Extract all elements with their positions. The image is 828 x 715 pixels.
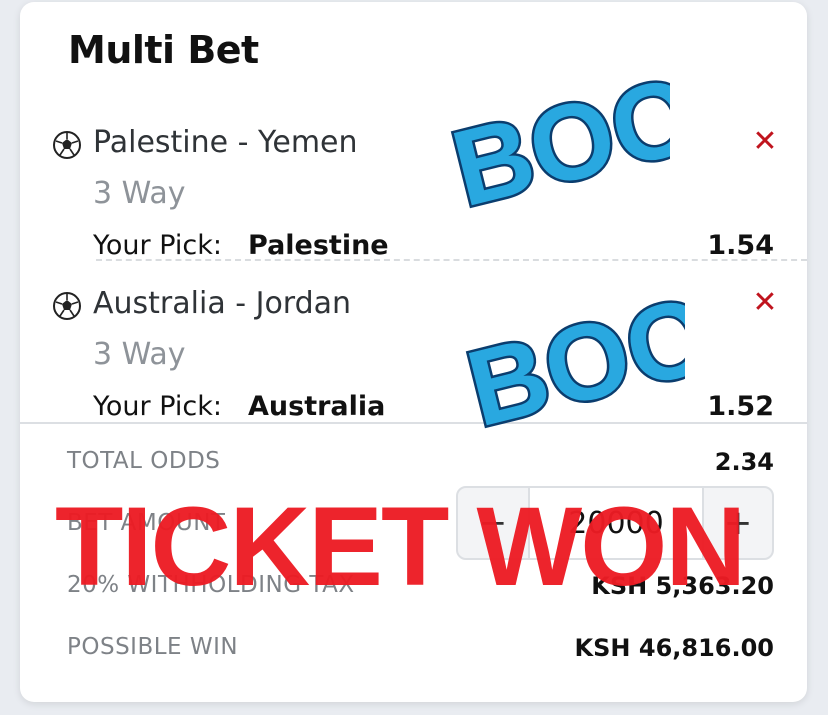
bet-item-2: Australia - Jordan 3 Way Your Pick: Aust… [20,281,807,441]
boom-text: BOOM [441,55,670,215]
boom-sticker: BOOM [440,55,670,215]
bet-odds: 1.52 [707,391,774,422]
pick-value: Australia [248,391,386,422]
bet-divider [96,259,807,261]
possible-win-label: POSSIBLE WIN [67,634,239,660]
market-name: 3 Way [93,176,186,211]
total-odds-value: 2.34 [714,448,774,476]
soccer-ball-icon [53,292,81,320]
market-name: 3 Way [93,337,186,372]
possible-win-value: KSH 46,816.00 [574,634,774,662]
remove-bet-button[interactable]: ✕ [751,127,779,157]
remove-bet-button[interactable]: ✕ [751,288,779,318]
bet-item-1: Palestine - Yemen 3 Way Your Pick: Pales… [20,120,807,280]
close-icon: ✕ [752,124,778,159]
pick-label: Your Pick: [93,230,222,261]
page-title: Multi Bet [68,28,259,72]
summary-divider [20,422,807,424]
total-odds-label: TOTAL ODDS [67,448,221,474]
pick-label: Your Pick: [93,391,222,422]
close-icon: ✕ [752,285,778,320]
match-name: Australia - Jordan [93,286,352,321]
bet-odds: 1.54 [707,230,774,261]
pick-value: Palestine [248,230,389,261]
boom-text: BOOM [456,275,685,435]
boom-sticker: BOOM [455,275,685,435]
match-name: Palestine - Yemen [93,125,358,160]
soccer-ball-icon [53,131,81,159]
ticket-won-stamp: TICKET WON [55,484,746,609]
